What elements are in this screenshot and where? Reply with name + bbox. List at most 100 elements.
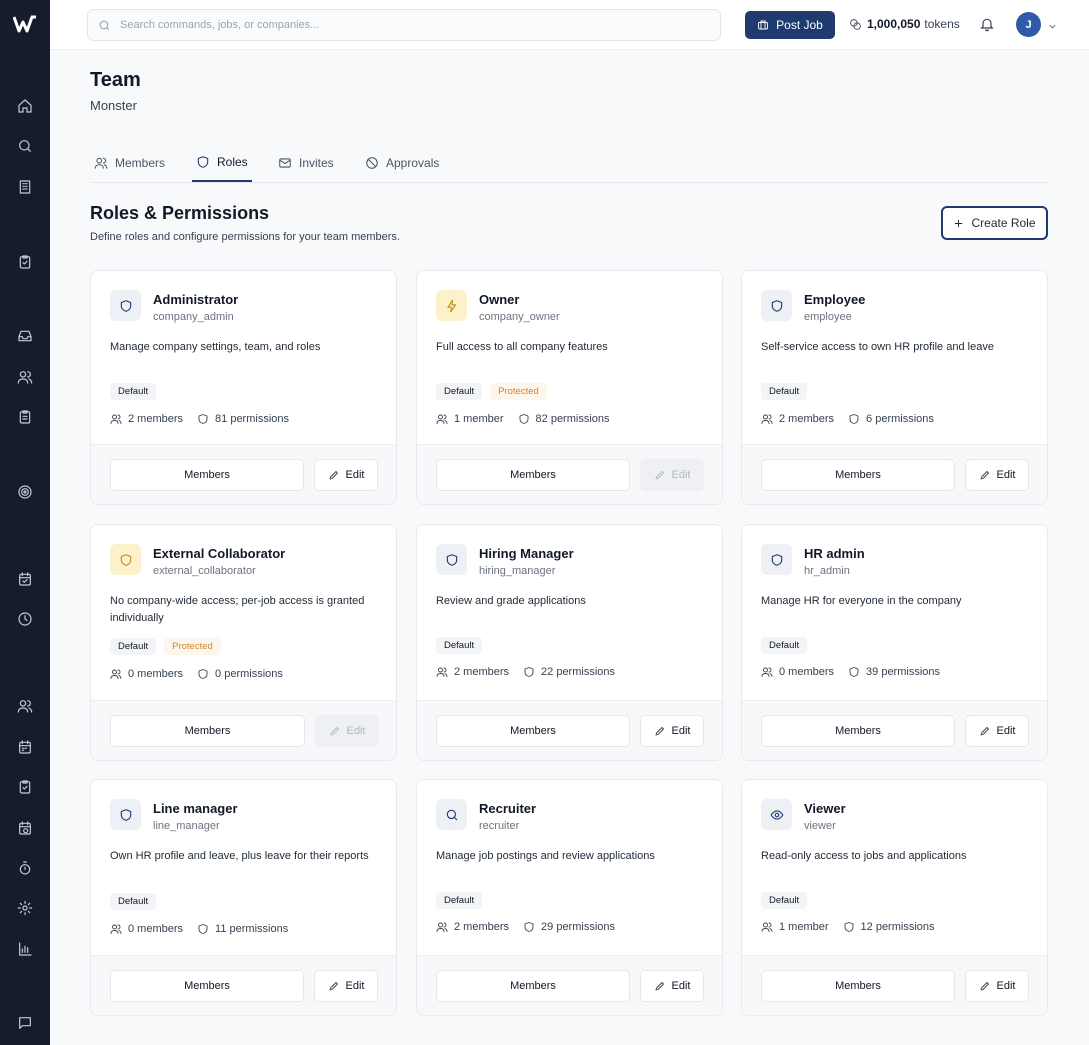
logo[interactable]	[12, 14, 37, 34]
calendar-days-icon[interactable]	[15, 737, 35, 757]
permissions-stat: 12 permissions	[843, 921, 935, 933]
permissions-count: 81 permissions	[215, 413, 290, 425]
shield-icon	[761, 544, 792, 575]
edit-label: Edit	[996, 725, 1016, 737]
members-button[interactable]: Members	[436, 970, 630, 1002]
edit-button[interactable]: Edit	[640, 970, 704, 1002]
members-button[interactable]: Members	[761, 459, 955, 491]
tab-label: Roles	[217, 154, 248, 169]
ban-icon	[366, 156, 378, 169]
target-icon[interactable]	[15, 482, 35, 502]
search-bar[interactable]	[87, 9, 721, 41]
edit-button[interactable]: Edit	[965, 970, 1029, 1002]
users-icon	[761, 414, 773, 424]
pencil-icon	[980, 471, 989, 480]
search-icon	[99, 20, 110, 30]
permissions-stat: 0 permissions	[197, 668, 283, 680]
bar-chart-icon[interactable]	[15, 939, 35, 959]
create-role-button[interactable]: Create Role	[941, 206, 1048, 240]
chevron-down-icon[interactable]	[1047, 19, 1059, 31]
users-icon	[110, 669, 122, 679]
role-description: Manage job postings and review applicati…	[436, 850, 655, 862]
shield-icon	[519, 414, 528, 424]
edit-button[interactable]: Edit	[640, 715, 704, 747]
role-name: External Collaborator	[153, 546, 286, 561]
token-balance: 1,000,050 tokens	[849, 17, 960, 31]
post-job-label: Post Job	[776, 18, 823, 32]
users-icon[interactable]	[15, 367, 35, 387]
members-count: 1 member	[454, 413, 504, 425]
tab-approvals[interactable]: Approvals	[363, 143, 441, 182]
tab-roles[interactable]: Roles	[192, 143, 252, 182]
home-icon[interactable]	[15, 96, 35, 116]
clipboard-list-icon[interactable]	[15, 407, 35, 427]
clipboard-check-icon[interactable]	[15, 252, 35, 272]
pencil-icon	[980, 727, 989, 736]
edit-button[interactable]: Edit	[314, 459, 378, 491]
gear-icon[interactable]	[15, 898, 35, 918]
members-button[interactable]: Members	[110, 459, 304, 491]
role-badges: Default Protected	[436, 383, 547, 400]
search-icon	[436, 799, 467, 830]
members-button[interactable]: Members	[761, 715, 955, 747]
section-title: Roles & Permissions	[90, 203, 270, 223]
role-card-body: Hiring Manager hiring_manager Review and g…	[417, 525, 722, 699]
clock-icon[interactable]	[15, 609, 35, 629]
role-description: Review and grade applications	[436, 595, 586, 607]
role-name: Owner	[479, 292, 520, 307]
search-input[interactable]	[120, 19, 700, 31]
role-card-footer: Members Edit	[91, 955, 396, 1015]
permissions-count: 0 permissions	[215, 668, 283, 680]
users-icon	[110, 924, 122, 934]
post-job-button[interactable]: Post Job	[745, 11, 835, 39]
role-stats: 0 members 39 permissions	[761, 666, 954, 678]
tab-members[interactable]: Members	[92, 143, 167, 182]
inbox-icon[interactable]	[15, 326, 35, 346]
role-name: Line manager	[153, 801, 238, 816]
calendar-icon[interactable]	[15, 569, 35, 589]
role-badges: Default	[436, 892, 483, 909]
role-badges: Default Protected	[110, 638, 221, 655]
role-card-footer: Members Edit	[742, 444, 1047, 504]
edit-button[interactable]: Edit	[314, 970, 378, 1002]
members-button[interactable]: Members	[436, 459, 630, 491]
role-stats: 2 members 6 permissions	[761, 413, 948, 425]
members-count: 0 members	[779, 666, 835, 678]
notifications-button[interactable]	[979, 16, 997, 34]
role-stats: 1 member 82 permissions	[436, 413, 624, 425]
avatar[interactable]: J	[1016, 12, 1041, 37]
clipboard-task-icon[interactable]	[15, 777, 35, 797]
pencil-icon	[655, 471, 664, 480]
members-button[interactable]: Members	[110, 970, 304, 1002]
section-description: Define roles and configure permissions f…	[90, 231, 400, 243]
edit-button[interactable]: Edit	[965, 459, 1029, 491]
topbar: Post Job 1,000,050 tokens J	[50, 0, 1089, 50]
members-button[interactable]: Members	[110, 715, 305, 747]
tab-invites[interactable]: Invites	[276, 143, 336, 182]
shield-icon	[849, 414, 859, 424]
team-icon[interactable]	[15, 696, 35, 716]
chat-icon[interactable]	[15, 1013, 35, 1033]
permissions-stat: 22 permissions	[523, 666, 615, 678]
calendar-clock-icon[interactable]	[15, 818, 35, 838]
members-button[interactable]: Members	[761, 970, 955, 1002]
timer-icon[interactable]	[15, 858, 35, 878]
edit-label: Edit	[671, 469, 691, 481]
building-icon[interactable]	[15, 177, 35, 197]
users-icon	[436, 922, 448, 932]
plus-icon	[955, 219, 963, 227]
users-icon	[94, 157, 108, 169]
users-icon	[436, 667, 448, 677]
token-label: tokens	[924, 17, 960, 31]
permissions-stat: 82 permissions	[518, 413, 610, 425]
members-button[interactable]: Members	[436, 715, 630, 747]
role-slug: external_collaborator	[153, 565, 256, 577]
edit-button[interactable]: Edit	[965, 715, 1029, 747]
mail-icon	[279, 157, 291, 168]
sidebar	[0, 0, 50, 1045]
members-stat: 2 members	[436, 921, 509, 933]
users-icon	[761, 922, 773, 932]
briefcase-icon	[758, 20, 769, 30]
role-name: Hiring Manager	[479, 546, 574, 561]
search-icon[interactable]	[15, 136, 35, 156]
